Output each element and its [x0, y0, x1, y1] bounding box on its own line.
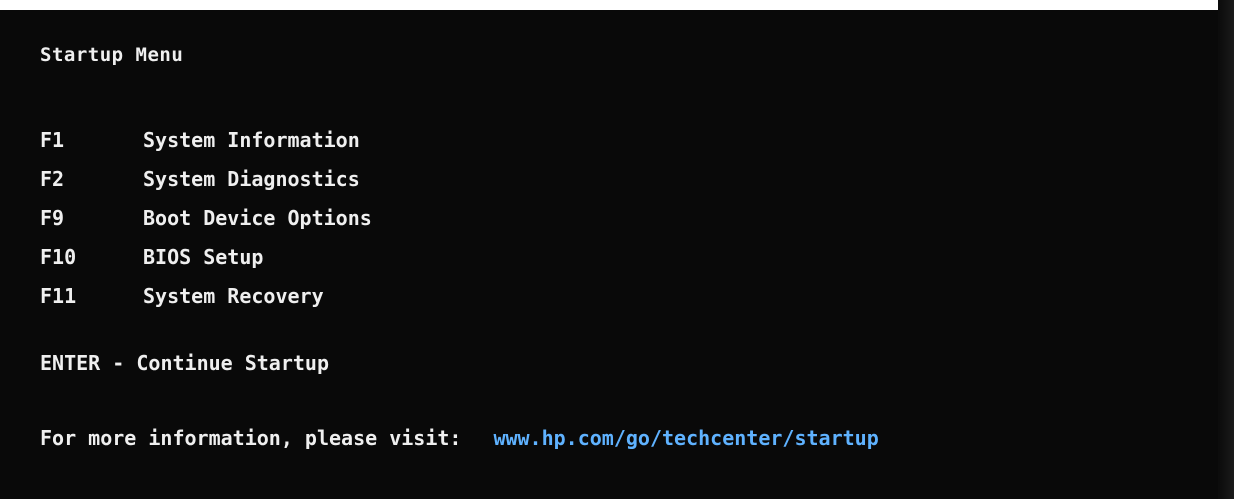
- startup-menu-list: F1 System Information F2 System Diagnost…: [40, 120, 372, 315]
- menu-item-label: Boot Device Options: [143, 205, 372, 230]
- menu-item-key: F2: [40, 166, 65, 191]
- continue-startup-label: Continue Startup: [136, 351, 330, 375]
- menu-item-system-recovery[interactable]: F11 System Recovery: [40, 276, 372, 315]
- menu-item-system-information[interactable]: F1 System Information: [40, 120, 372, 159]
- enter-separator: -: [112, 351, 125, 375]
- top-bezel: [0, 0, 1234, 10]
- continue-startup-option[interactable]: ENTER - Continue Startup: [40, 351, 329, 375]
- menu-item-key: F1: [40, 127, 65, 152]
- bios-startup-screen: Startup Menu F1 System Information F2 Sy…: [0, 0, 1234, 499]
- startup-menu-title: Startup Menu: [40, 44, 184, 66]
- menu-item-label: System Recovery: [143, 283, 324, 308]
- menu-item-system-diagnostics[interactable]: F2 System Diagnostics: [40, 159, 372, 198]
- right-bezel: [1218, 0, 1234, 499]
- menu-item-key: F11: [40, 283, 77, 308]
- menu-item-label: BIOS Setup: [143, 244, 264, 269]
- menu-item-key: F9: [40, 205, 65, 230]
- menu-item-key: F10: [40, 244, 77, 269]
- techcenter-url: www.hp.com/go/techcenter/startup: [493, 426, 879, 450]
- menu-item-label: System Diagnostics: [143, 166, 360, 191]
- more-info-line: For more information, please visit: www.h…: [40, 426, 879, 450]
- enter-key: ENTER: [40, 351, 101, 375]
- menu-item-bios-setup[interactable]: F10 BIOS Setup: [40, 237, 372, 276]
- more-info-text: For more information, please visit:: [40, 426, 462, 450]
- menu-item-label: System Information: [143, 127, 360, 152]
- menu-item-boot-device-options[interactable]: F9 Boot Device Options: [40, 198, 372, 237]
